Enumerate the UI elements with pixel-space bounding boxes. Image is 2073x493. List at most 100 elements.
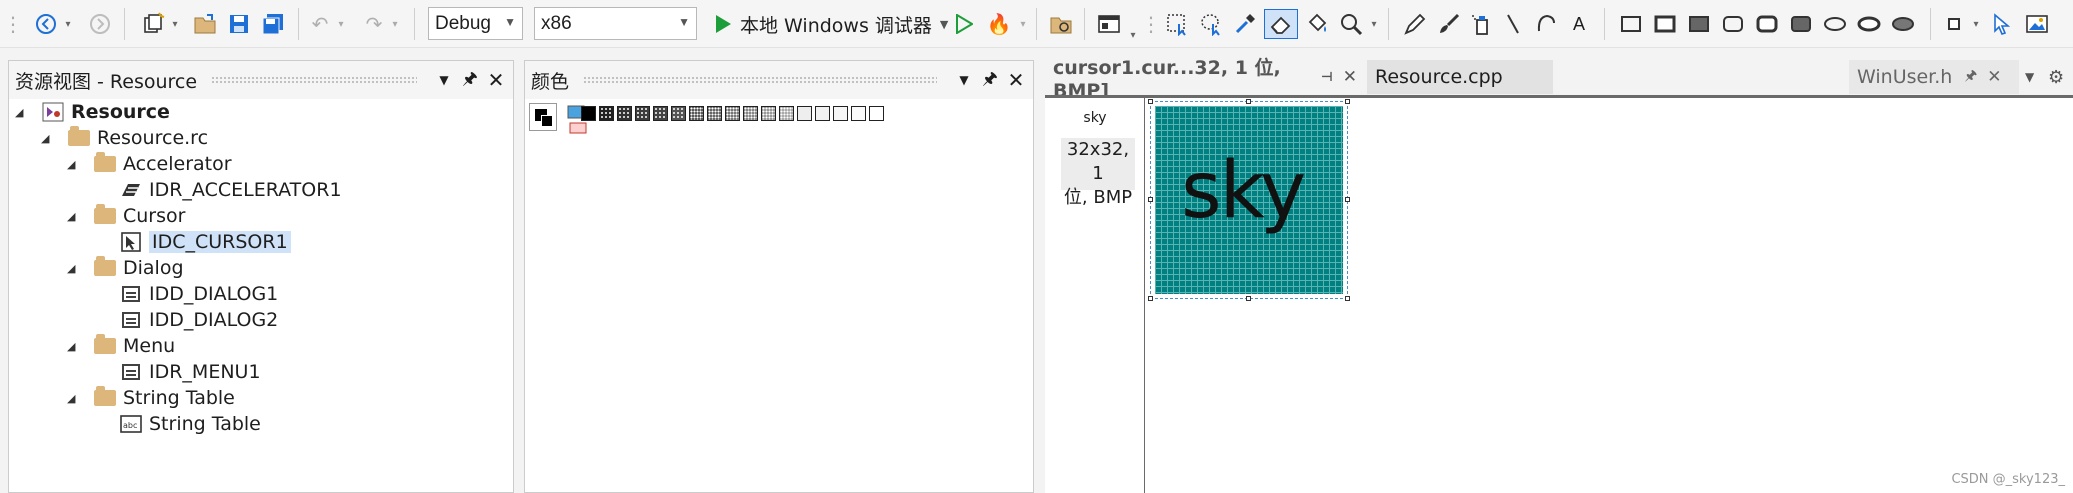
pencil-icon[interactable] [1400, 9, 1430, 39]
tree-item-idc-cursor1[interactable]: IDC_CURSOR1 [119, 229, 291, 255]
platform-select[interactable]: x86 ▼ [534, 7, 697, 40]
tab-resource-cpp[interactable]: Resource.cpp [1367, 60, 1553, 94]
color-swatch[interactable] [707, 106, 722, 121]
hot-reload-dropdown-icon[interactable]: ▾ [1018, 9, 1028, 39]
expand-icon[interactable]: ◢ [15, 106, 27, 119]
expand-icon[interactable]: ◢ [41, 132, 53, 145]
color-swatch[interactable] [797, 106, 812, 121]
tab-winuser-h[interactable]: WinUser.h 🖈 ✕ [1849, 60, 2019, 94]
expand-icon[interactable]: ◢ [67, 210, 79, 223]
redo-icon[interactable]: ↷ [360, 9, 388, 39]
ellipse-icon[interactable] [1820, 9, 1850, 39]
tree-item-dialog[interactable]: ◢ Dialog [67, 255, 184, 281]
expand-icon[interactable]: ◢ [67, 158, 79, 171]
layout-dropdown-icon[interactable]: ▾ [1126, 20, 1140, 50]
color-swatch[interactable] [779, 106, 794, 121]
text-icon[interactable]: A [1566, 9, 1592, 39]
eraser-icon[interactable] [1264, 9, 1298, 39]
configuration-select[interactable]: Debug ▼ [428, 7, 523, 40]
close-icon[interactable]: ✕ [1003, 68, 1029, 92]
color-swatch[interactable] [581, 106, 596, 121]
resize-handle[interactable] [1148, 99, 1153, 104]
close-icon[interactable]: ✕ [1343, 67, 1357, 87]
tree-item-menu[interactable]: ◢ Menu [67, 333, 175, 359]
undo-dropdown-icon[interactable]: ▾ [336, 9, 346, 39]
filled-ellipse-icon[interactable] [1888, 9, 1918, 39]
tree-item-resource-rc[interactable]: ◢ Resource.rc [41, 125, 208, 151]
color-swatch[interactable] [833, 106, 848, 121]
color-swatch[interactable] [743, 106, 758, 121]
outline-ellipse-icon[interactable] [1854, 9, 1884, 39]
panel-grip[interactable] [211, 76, 417, 84]
image-tool-icon[interactable] [2022, 9, 2052, 39]
save-icon[interactable] [224, 9, 254, 39]
open-icon[interactable] [190, 9, 220, 39]
resize-handle[interactable] [1345, 99, 1350, 104]
tree-item-idd-dialog2[interactable]: IDD_DIALOG2 [119, 307, 278, 333]
new-project-icon[interactable] [138, 9, 168, 39]
color-swatch[interactable] [653, 106, 668, 121]
line-icon[interactable] [1500, 9, 1526, 39]
hotspot-dropdown-icon[interactable]: ▾ [1970, 9, 1982, 39]
tab-cursor1[interactable]: cursor1.cur...32, 1 位, BMP] ⊣ ✕ [1045, 57, 1365, 102]
undo-icon[interactable]: ↶ [306, 9, 334, 39]
tree-item-string-table-folder[interactable]: ◢ String Table [67, 385, 235, 411]
rectangle-icon[interactable] [1616, 9, 1646, 39]
close-icon[interactable]: ✕ [1987, 67, 2001, 87]
forward-icon[interactable] [86, 9, 114, 39]
panel-grip[interactable] [583, 76, 937, 84]
color-swatch[interactable] [869, 106, 884, 121]
resize-handle[interactable] [1148, 296, 1153, 301]
chevron-down-icon[interactable]: ▼ [940, 18, 948, 31]
cursor-canvas[interactable]: sky [1148, 99, 1350, 301]
expand-icon[interactable]: ◢ [67, 392, 79, 405]
brush-icon[interactable] [1434, 9, 1464, 39]
resize-handle[interactable] [1246, 99, 1251, 104]
layout-icon[interactable] [1094, 9, 1124, 39]
back-icon[interactable] [32, 9, 60, 39]
rect-select-icon[interactable] [1162, 9, 1192, 39]
tree-item-string-table[interactable]: abc String Table [119, 411, 261, 437]
airbrush-icon[interactable] [1466, 9, 1496, 39]
lasso-select-icon[interactable] [1196, 9, 1226, 39]
chevron-down-icon[interactable]: ▼ [431, 73, 457, 87]
filled-round-rect-icon[interactable] [1786, 9, 1816, 39]
cursor-tool-icon[interactable] [1988, 9, 2018, 39]
image-type-entry[interactable]: 32x32, 1 位, BMP [1061, 138, 1135, 208]
curve-icon[interactable] [1532, 9, 1560, 39]
hot-reload-icon[interactable]: 🔥 [984, 9, 1014, 39]
pixel-grid[interactable]: sky [1155, 106, 1343, 294]
round-rect-icon[interactable] [1718, 9, 1748, 39]
filled-rect-icon[interactable] [1684, 9, 1714, 39]
expand-icon[interactable]: ◢ [67, 262, 79, 275]
chevron-down-icon[interactable]: ▼ [951, 73, 977, 87]
resize-handle[interactable] [1345, 296, 1350, 301]
color-swatch[interactable] [689, 106, 704, 121]
tree-item-accelerator[interactable]: ◢ Accelerator [67, 151, 232, 177]
save-all-icon[interactable] [258, 9, 288, 39]
color-swatch[interactable] [815, 106, 830, 121]
tree-item-idr-accelerator1[interactable]: IDR_ACCELERATOR1 [119, 177, 342, 203]
start-without-debug-icon[interactable] [950, 9, 978, 39]
color-swatch[interactable] [671, 106, 686, 121]
tree-item-idr-menu1[interactable]: IDR_MENU1 [119, 359, 261, 385]
solution-explorer-icon[interactable] [1046, 9, 1076, 39]
color-swatch[interactable] [635, 106, 650, 121]
fill-icon[interactable] [1302, 9, 1332, 39]
pin-icon[interactable]: 🖈 [977, 66, 1003, 95]
current-color-indicator[interactable] [529, 103, 557, 131]
expand-icon[interactable]: ◢ [67, 340, 79, 353]
resize-handle[interactable] [1148, 197, 1153, 202]
color-swatch[interactable] [761, 106, 776, 121]
tree-item-resource[interactable]: ◢ Resource [15, 99, 170, 125]
resize-handle[interactable] [1345, 197, 1350, 202]
eyedropper-icon[interactable] [1230, 9, 1260, 39]
zoom-dropdown-icon[interactable]: ▾ [1368, 9, 1380, 39]
redo-dropdown-icon[interactable]: ▾ [390, 9, 400, 39]
tree-item-cursor[interactable]: ◢ Cursor [67, 203, 185, 229]
pin-icon[interactable]: 🖈 [1964, 65, 1977, 89]
resize-handle[interactable] [1246, 296, 1251, 301]
run-debugger-button[interactable]: 本地 Windows 调试器 ▼ [714, 9, 948, 39]
zoom-icon[interactable] [1336, 9, 1366, 39]
pin-icon[interactable]: ⊣ [1321, 70, 1333, 85]
